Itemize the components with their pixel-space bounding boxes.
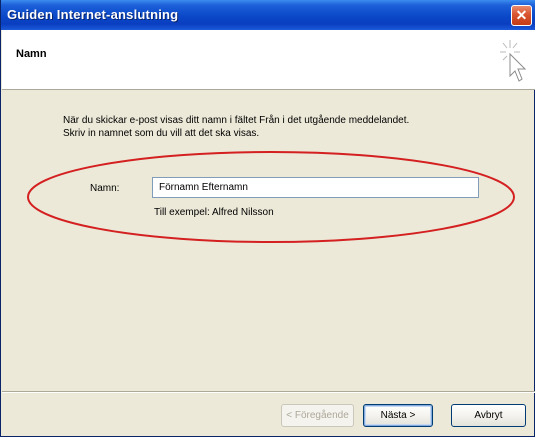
cancel-button[interactable]: Avbryt [451, 404, 526, 427]
wizard-content: När du skickar e-post visas ditt namn i … [2, 91, 535, 391]
description: När du skickar e-post visas ditt namn i … [63, 114, 503, 140]
description-line-2: Skriv in namnet som du vill att det ska … [63, 128, 260, 139]
description-line-1: När du skickar e-post visas ditt namn i … [63, 115, 410, 126]
title-bar[interactable]: Guiden Internet-anslutning ✕ [1, 0, 535, 30]
footer-separator [2, 391, 535, 393]
name-input[interactable] [152, 177, 479, 198]
next-button[interactable]: Nästa > [363, 404, 433, 427]
page-title: Namn [16, 48, 47, 60]
example-hint: Till exempel: Alfred Nilsson [154, 207, 274, 218]
back-button[interactable]: < Föregående [281, 404, 354, 427]
name-label: Namn: [90, 183, 120, 194]
close-button[interactable]: ✕ [511, 5, 532, 26]
window-title: Guiden Internet-anslutning [7, 7, 179, 22]
wizard-window: Guiden Internet-anslutning ✕ Namn När du… [0, 0, 535, 437]
wizard-header: Namn [2, 30, 535, 90]
wizard-cursor-icon [500, 40, 527, 82]
close-icon: ✕ [515, 7, 528, 23]
